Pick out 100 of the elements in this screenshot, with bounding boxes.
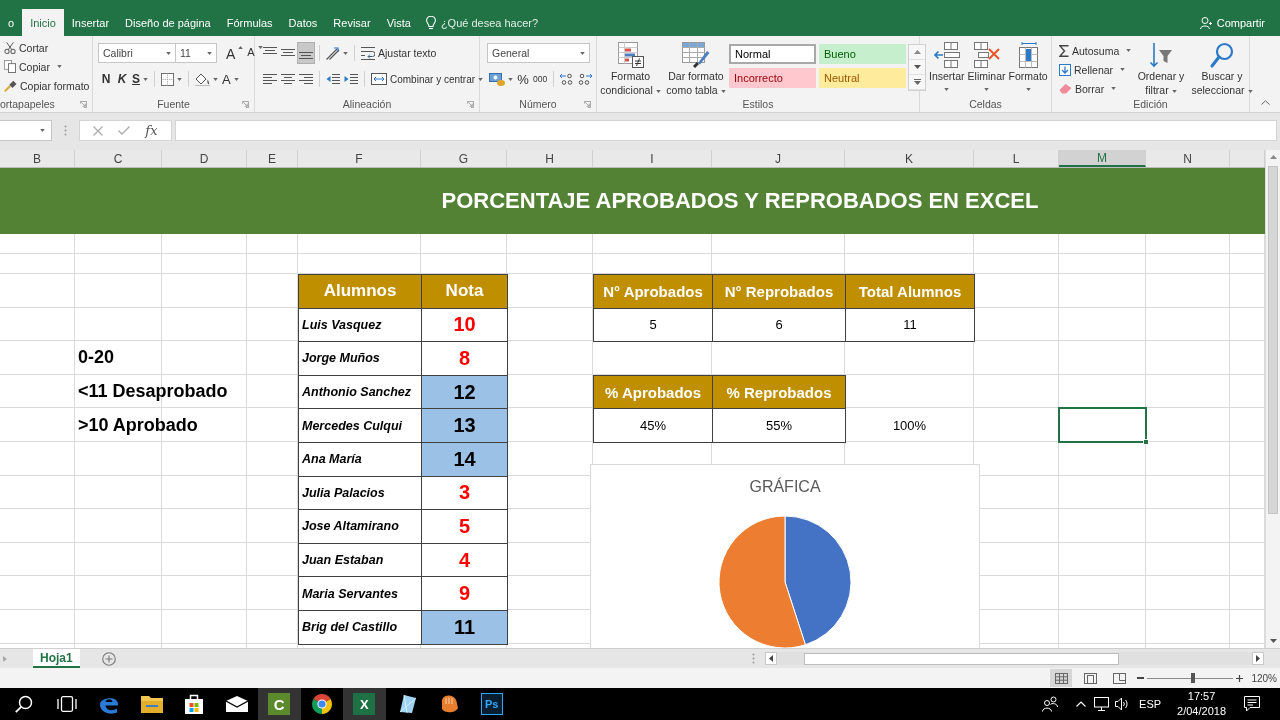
group-label: Celdas bbox=[969, 98, 1002, 110]
column-header[interactable]: F bbox=[298, 150, 421, 167]
ribbon-tab[interactable]: Fórmulas bbox=[218, 9, 281, 36]
check-icon[interactable] bbox=[118, 126, 131, 135]
cell-style-option[interactable]: Incorrecto bbox=[729, 68, 816, 88]
clock-time[interactable]: 17:57 bbox=[1187, 689, 1216, 704]
view-button[interactable] bbox=[1050, 669, 1073, 687]
grip-icon[interactable] bbox=[64, 125, 67, 136]
grip-icon[interactable] bbox=[751, 653, 755, 664]
column-header[interactable]: N bbox=[1146, 150, 1230, 167]
percent-button[interactable]: % bbox=[515, 68, 531, 90]
scroll-left-button[interactable] bbox=[765, 652, 777, 665]
copy-icon bbox=[4, 60, 16, 73]
sheet-tab[interactable]: Hoja1 bbox=[33, 649, 80, 668]
share-button[interactable]: Compartir bbox=[1199, 9, 1265, 36]
vertical-scrollbar[interactable] bbox=[1265, 150, 1280, 648]
notification-icon[interactable] bbox=[1244, 696, 1260, 712]
indent-icon bbox=[344, 73, 358, 85]
plus-circle-icon[interactable] bbox=[101, 651, 116, 666]
cut-button[interactable]: Cortar bbox=[2, 38, 51, 57]
scrollbar-thumb[interactable] bbox=[1268, 166, 1278, 514]
find-select-button[interactable]: Buscar y seleccionar bbox=[1189, 40, 1255, 98]
column-header[interactable]: H bbox=[507, 150, 593, 167]
monitor-icon[interactable] bbox=[1094, 697, 1110, 711]
table-header: Nota bbox=[421, 274, 508, 309]
column-header[interactable]: B bbox=[0, 150, 75, 167]
underline-button[interactable]: S bbox=[130, 68, 150, 90]
column-header[interactable]: I bbox=[593, 150, 712, 167]
shrink-font-button[interactable]: A bbox=[245, 42, 265, 64]
minus-icon[interactable] bbox=[1137, 677, 1145, 679]
column-header[interactable]: E bbox=[247, 150, 298, 167]
speaker-icon[interactable] bbox=[1115, 697, 1130, 711]
italic-button[interactable]: K bbox=[114, 68, 130, 90]
column-header[interactable]: K bbox=[845, 150, 974, 167]
format-painter-button[interactable]: Copiar formato bbox=[2, 76, 92, 95]
thousands-button[interactable]: 000 bbox=[531, 68, 550, 90]
format-button[interactable]: Formato bbox=[1007, 40, 1049, 98]
column-header[interactable]: G bbox=[421, 150, 507, 167]
cell-style-option[interactable]: Neutral bbox=[819, 68, 906, 88]
search-icon bbox=[15, 695, 34, 713]
column-header[interactable]: D bbox=[162, 150, 247, 167]
people-icon[interactable] bbox=[1042, 696, 1059, 712]
wrap-text-button[interactable]: Ajustar texto bbox=[359, 42, 439, 64]
autosum-button[interactable]: Autosuma bbox=[1057, 41, 1133, 60]
formula-input[interactable] bbox=[175, 120, 1277, 141]
grow-font-button[interactable]: A bbox=[224, 42, 246, 64]
scrollbar-thumb[interactable] bbox=[804, 652, 1119, 665]
taskbar-button[interactable]: Ps bbox=[470, 688, 513, 720]
table-cell: 5 bbox=[593, 307, 713, 343]
caret-icon bbox=[580, 51, 585, 55]
grid-icon bbox=[1054, 672, 1068, 684]
cell-style-option[interactable]: Normal bbox=[729, 44, 816, 64]
column-header[interactable]: C bbox=[75, 150, 162, 167]
font-name-field[interactable]: Calibri bbox=[98, 43, 176, 63]
insert-button[interactable]: Insertar bbox=[928, 40, 966, 98]
scroll-right-button[interactable] bbox=[1252, 652, 1264, 665]
ribbon-tab[interactable]: Revisar bbox=[325, 9, 379, 36]
clear-button[interactable]: Borrar bbox=[1057, 79, 1133, 98]
copy-button[interactable]: Copiar bbox=[2, 57, 64, 76]
font-color-button[interactable]: A bbox=[220, 68, 241, 90]
gallery-scroller[interactable] bbox=[908, 44, 926, 91]
ribbon-tab[interactable]: Insertar bbox=[63, 9, 118, 36]
language-indicator[interactable]: ESP bbox=[1139, 698, 1162, 710]
conditional-format-button[interactable]: Formato condicional bbox=[598, 40, 663, 98]
insert-function-button[interactable]: fx bbox=[145, 123, 158, 138]
taskbar-button[interactable]: C bbox=[258, 688, 301, 720]
align-center-icon bbox=[281, 73, 295, 85]
fill-button[interactable]: Rellenar bbox=[1057, 60, 1133, 79]
fill-handle[interactable] bbox=[1143, 438, 1149, 445]
delete-button[interactable]: Eliminar bbox=[966, 40, 1007, 98]
conditional-format-icon bbox=[617, 42, 644, 68]
plus-icon[interactable] bbox=[1236, 674, 1244, 682]
zoom-level[interactable]: 120% bbox=[1251, 672, 1277, 684]
ribbon-tab[interactable]: Inicio bbox=[22, 9, 64, 36]
taskbar-button[interactable]: X bbox=[343, 688, 386, 720]
sort-filter-button[interactable]: Ordenar y filtrar bbox=[1135, 40, 1187, 98]
search-field[interactable]: ¿Qué desea hacer? bbox=[440, 16, 551, 29]
ribbon-tab[interactable]: Vista bbox=[378, 9, 419, 36]
merge-button[interactable]: Combinar y centrar bbox=[369, 68, 486, 90]
column-header[interactable]: J bbox=[712, 150, 845, 167]
number-format-field[interactable]: General bbox=[487, 43, 590, 63]
search-icon bbox=[1210, 42, 1234, 68]
ribbon-tab[interactable]: o bbox=[0, 9, 23, 36]
clock-date[interactable]: 2/04/2018 bbox=[1177, 704, 1226, 719]
ribbon-tab[interactable]: Diseño de página bbox=[117, 9, 219, 36]
column-header[interactable]: M bbox=[1059, 150, 1146, 167]
table-brush-icon bbox=[682, 42, 710, 68]
format-table-button[interactable]: Dar formato como tabla bbox=[665, 40, 727, 98]
table-cell: Mercedes Culqui bbox=[298, 408, 422, 443]
arrow-down-icon bbox=[913, 65, 921, 69]
table-cell: 13 bbox=[421, 408, 508, 443]
caret-icon bbox=[207, 51, 212, 55]
bold-button[interactable]: N bbox=[98, 68, 114, 90]
align-button[interactable] bbox=[297, 42, 315, 64]
caret-icon bbox=[944, 88, 950, 91]
font-size-field[interactable]: 11 bbox=[176, 43, 217, 63]
slider-thumb[interactable] bbox=[1191, 673, 1195, 683]
horizontal-scrollbar[interactable] bbox=[777, 652, 1252, 665]
cell-style-option[interactable]: Bueno bbox=[819, 44, 906, 64]
ribbon-tab[interactable]: Datos bbox=[280, 9, 326, 36]
